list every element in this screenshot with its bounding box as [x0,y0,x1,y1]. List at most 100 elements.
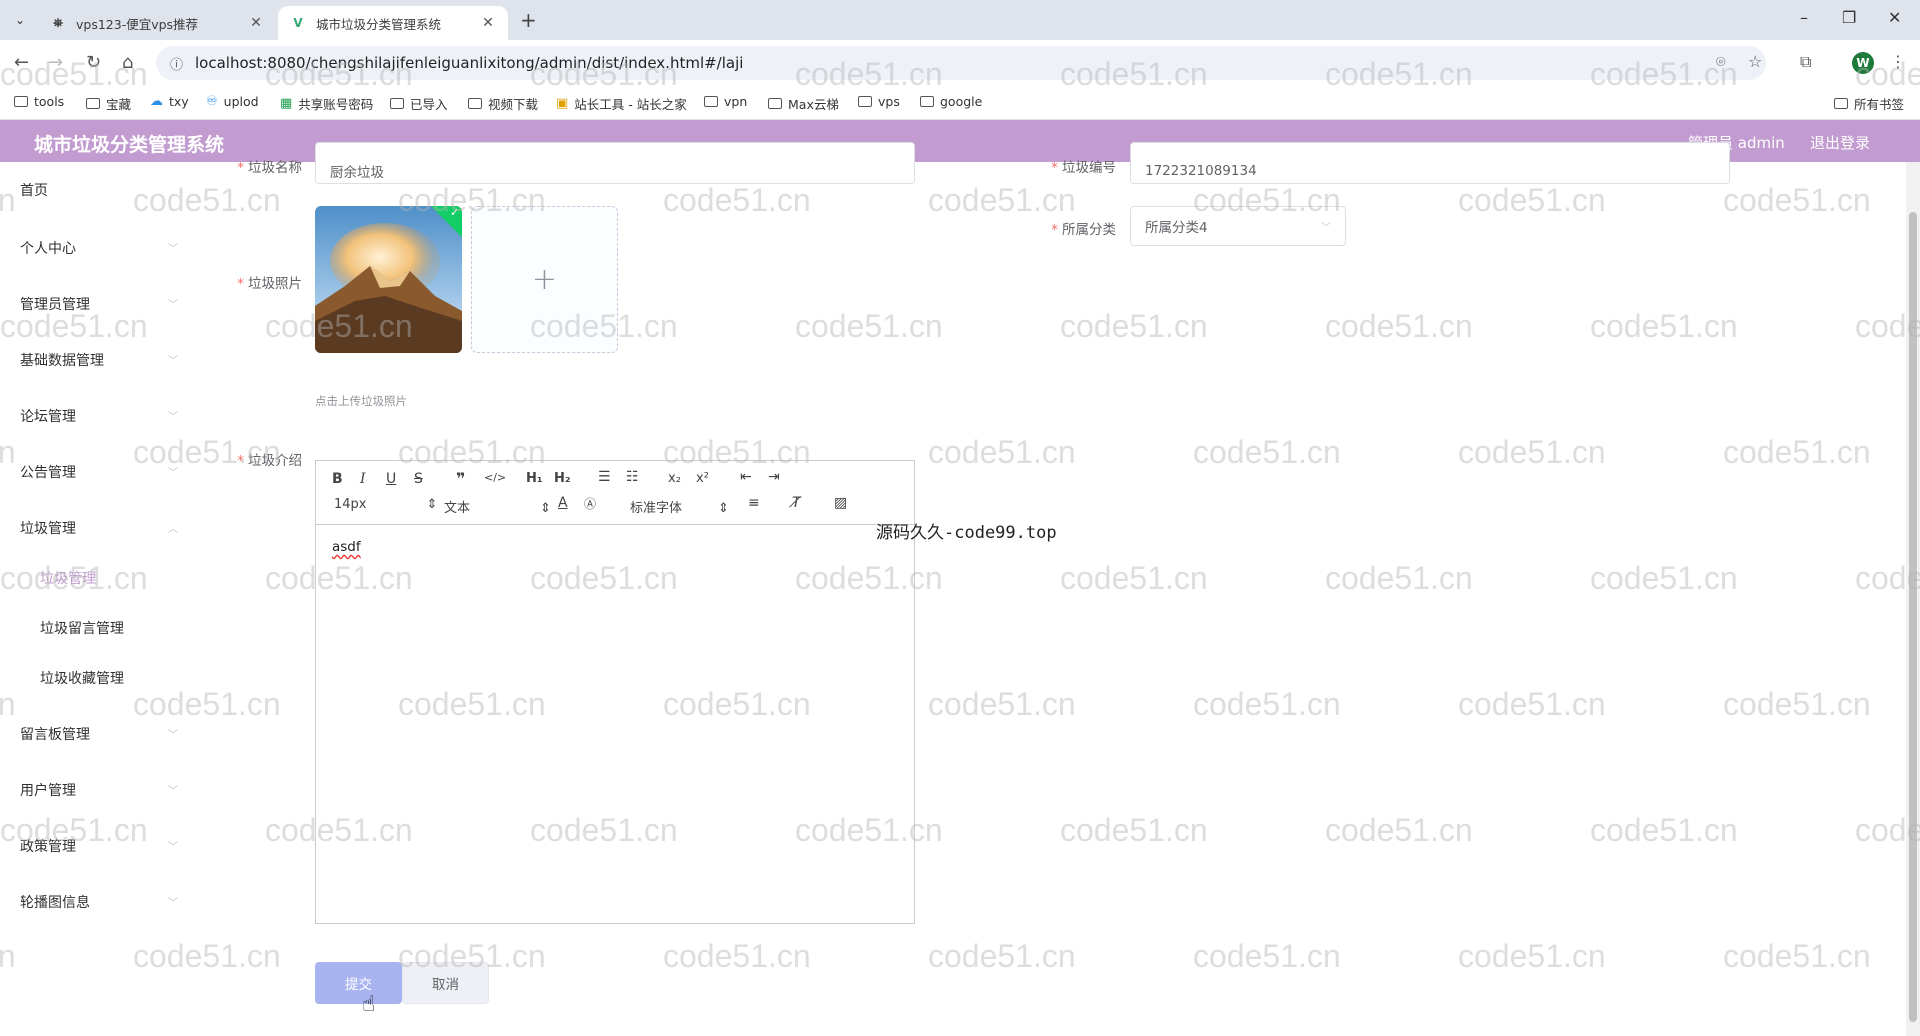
sidebar-item-home[interactable]: 首页 [20,180,48,200]
uploaded-photo[interactable]: ✓ [315,206,462,353]
cancel-button[interactable]: 取消 [402,962,489,1004]
h2-icon[interactable]: H₂ [554,471,571,486]
forward-icon[interactable]: → [48,52,63,73]
bookmark-chinaz[interactable]: ▣ 站长工具 - 站长之家 [556,94,687,113]
blockquote-icon[interactable]: ❞ [456,469,465,488]
sidebar-item-forum[interactable]: 论坛管理 [20,406,76,426]
bookmark-vps[interactable]: vps [858,94,900,109]
home-icon[interactable]: ⌂ [122,52,133,73]
watermark-text: code51.cn [1723,182,1871,218]
bookmark-txy[interactable]: ☁ txy [150,94,189,109]
bookmark-video-download[interactable]: 视频下载 [468,94,538,113]
bookmark-uplod[interactable]: ♾ uplod [206,94,259,109]
font-family-select[interactable]: 标准字体 ⇕ [630,497,729,516]
url-input[interactable]: ⓘ localhost:8080/chengshilajifenleiguanl… [156,46,1766,80]
minimize-icon[interactable]: – [1800,8,1808,27]
all-bookmarks[interactable]: 所有书签 [1834,94,1904,113]
label-text: 垃圾编号 [1062,160,1116,176]
browser-tab-2[interactable]: V 城市垃圾分类管理系统 ✕ [278,6,508,40]
sidebar-subitem-garbage[interactable]: 垃圾管理 [40,568,96,588]
category-label: * 所属分类 [1051,222,1116,238]
bullet-list-icon[interactable]: ☷ [626,469,639,485]
logout-button[interactable]: 退出登录 [1810,132,1870,153]
bookmark-vpn[interactable]: vpn [704,94,747,109]
strike-icon[interactable]: S [414,471,423,487]
bookmark-label: 视频下载 [488,97,539,112]
back-icon[interactable]: ← [14,52,29,73]
category-select[interactable]: 所属分类4 ﹀ [1130,206,1346,246]
header-select[interactable]: 文本 ⇕ [444,497,551,516]
image-icon[interactable]: ▨ [834,495,847,511]
chevron-down-icon: ﹀ [168,786,178,797]
superscript-icon[interactable]: x² [696,471,709,486]
window-close-icon[interactable]: ✕ [1888,8,1901,27]
extensions-icon[interactable]: ⧉ [1800,52,1811,72]
ordered-list-icon[interactable]: ☰ [598,469,611,485]
label-text: 所属分类 [1062,222,1116,238]
sidebar: 首页 个人中心 ﹀ 管理员管理 ﹀ 基础数据管理 ﹀ 论坛管理 ﹀ 公告管理 ﹀… [0,162,190,1036]
sidebar-item-admin[interactable]: 管理员管理 [20,294,90,314]
bookmark-max[interactable]: Max云梯 [768,94,839,113]
submit-button[interactable]: 提交 [315,962,402,1004]
clear-format-icon[interactable]: T̸ [792,495,801,511]
close-tab-icon[interactable]: ✕ [248,15,264,31]
italic-icon[interactable]: I [360,471,366,487]
bold-icon[interactable]: B [332,471,343,487]
font-size-select[interactable]: 14px ⇕ [334,497,437,512]
font-color-icon[interactable]: A [558,495,568,511]
editor-content[interactable]: asdf [332,539,361,555]
sidebar-item-garbage[interactable]: 垃圾管理 [20,518,76,538]
bookmarks-bar: tools 宝藏 ☁ txy ♾ uplod ▦ 共享账号密码 已导入 视频下载 ▣ 站… [0,86,1920,120]
address-bar-row: ← → ↻ ⌂ ⓘ localhost:8080/chengshilajifen… [0,40,1920,86]
url-text: localhost:8080/chengshilajifenleiguanlix… [195,54,744,72]
sidebar-subitem-garbage-message[interactable]: 垃圾留言管理 [40,618,124,638]
bookmark-tools[interactable]: tools [14,94,64,109]
close-tab-icon[interactable]: ✕ [480,15,496,31]
subscript-icon[interactable]: x₂ [668,471,681,486]
underline-icon[interactable]: U [386,471,396,487]
bookmark-label: uplod [223,94,259,109]
upload-add-button[interactable]: + [471,206,618,353]
sidebar-item-messageboard[interactable]: 留言板管理 [20,724,90,744]
profile-avatar[interactable]: W [1852,52,1874,74]
garbage-name-input[interactable]: 厨余垃圾 [315,142,915,184]
code-block-icon[interactable]: </> [484,471,506,484]
code-label: * 垃圾编号 [1051,160,1116,176]
page-scrollbar[interactable] [1906,162,1920,1036]
sidebar-item-policy[interactable]: 政策管理 [20,836,76,856]
bookmark-label: Max云梯 [788,97,839,112]
h1-icon[interactable]: H₁ [526,471,543,486]
bookmark-baozang[interactable]: 宝藏 [86,94,131,113]
site-info-icon[interactable]: ⓘ [170,54,183,73]
sidebar-item-carousel[interactable]: 轮播图信息 [20,892,90,912]
mountain-photo [315,206,462,353]
overlay-text: 源码久久-code99.top [876,523,1057,543]
sidebar-item-basedata[interactable]: 基础数据管理 [20,350,104,370]
bookmark-imported[interactable]: 已导入 [390,94,448,113]
browser-tab-1[interactable]: ⛯ vps123-便宜vps推荐 ✕ [38,6,276,40]
folder-icon [468,98,482,109]
input-value: 厨余垃圾 [330,165,384,181]
new-tab-icon[interactable]: + [520,8,537,32]
indent-icon[interactable]: ⇥ [768,469,780,485]
bookmark-star-icon[interactable]: ☆ [1748,52,1762,71]
screenshot-icon[interactable]: ⌾ [1716,52,1726,72]
bookmark-google[interactable]: google [920,94,982,109]
bookmark-shared-accounts[interactable]: ▦ 共享账号密码 [280,94,373,113]
updown-icon: ⇕ [718,501,729,516]
restore-icon[interactable]: ❐ [1842,8,1856,27]
sidebar-item-users[interactable]: 用户管理 [20,780,76,800]
label-text: 垃圾照片 [248,276,302,292]
background-color-icon[interactable]: Ⓐ [584,495,596,512]
tab-search-icon[interactable]: ⌄ [8,8,32,32]
outdent-icon[interactable]: ⇤ [740,469,752,485]
align-icon[interactable]: ≡ [748,495,760,511]
sidebar-subitem-garbage-favorite[interactable]: 垃圾收藏管理 [40,668,124,688]
scroll-thumb[interactable] [1909,212,1917,1022]
reload-icon[interactable]: ↻ [86,52,101,73]
more-menu-icon[interactable]: ⋮ [1890,52,1906,71]
sidebar-item-notice[interactable]: 公告管理 [20,462,76,482]
garbage-code-input[interactable]: 1722321089134 [1130,142,1730,184]
sidebar-item-profile[interactable]: 个人中心 [20,238,76,258]
rich-text-editor[interactable]: B I U S ❞ </> H₁ H₂ ☰ ☷ x₂ x² ⇤ ⇥ 14px ⇕ … [315,460,915,924]
